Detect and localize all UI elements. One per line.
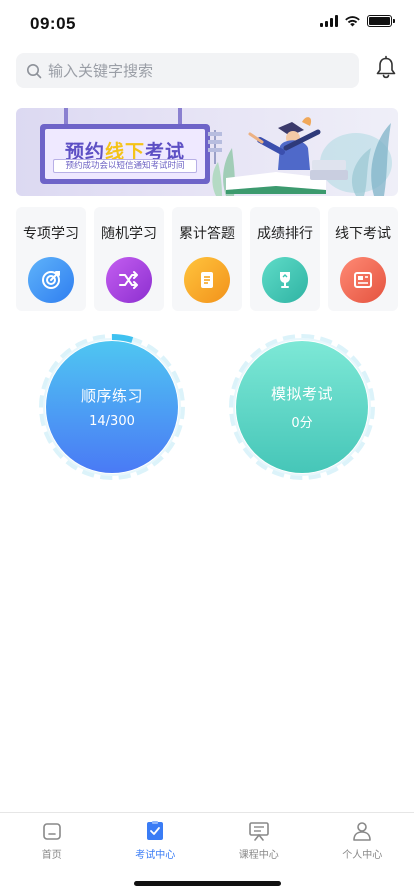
exam-icon — [147, 821, 164, 840]
tab-label: 课程中心 — [238, 850, 279, 861]
battery-icon — [367, 15, 395, 27]
user-icon — [353, 822, 372, 841]
shuffle-icon — [106, 257, 152, 303]
feature-accumulated-answers[interactable]: 累计答题 — [172, 207, 242, 311]
target-icon — [28, 257, 74, 303]
feature-label: 成绩排行 — [257, 226, 313, 242]
banner-illustration — [208, 117, 392, 196]
feature-grid: 专项学习 随机学习 累计答题 成绩排行 线下考试 — [16, 207, 398, 311]
search-bar[interactable] — [16, 53, 359, 88]
feature-score-ranking[interactable]: 成绩排行 — [250, 207, 320, 311]
course-icon — [248, 822, 269, 841]
home-icon — [42, 823, 61, 840]
newspaper-icon — [340, 257, 386, 303]
sequential-progress-text: 14/300 — [89, 414, 135, 429]
trophy-icon — [262, 257, 308, 303]
bell-icon[interactable] — [373, 55, 399, 81]
mock-exam-title: 模拟考试 — [270, 385, 333, 403]
feature-label: 累计答题 — [179, 226, 235, 242]
feature-random-study[interactable]: 随机学习 — [94, 207, 164, 311]
banner-subtitle: 预约成功会以短信通知考试时间 — [53, 159, 197, 173]
feature-label: 专项学习 — [23, 226, 79, 242]
cellular-signal-icon — [320, 15, 338, 27]
status-icons — [320, 15, 395, 27]
banner-signboard: 预约线下考试 预约成功会以短信通知考试时间 — [40, 124, 210, 184]
home-indicator — [134, 881, 281, 886]
mock-exam-score: 0分 — [291, 416, 313, 431]
sequential-practice-button[interactable]: 顺序练习 14/300 — [39, 334, 185, 480]
search-icon — [27, 63, 42, 78]
sequential-title: 顺序练习 — [80, 387, 143, 405]
tab-label: 考试中心 — [135, 850, 176, 861]
tab-label: 首页 — [41, 850, 62, 861]
feature-label: 随机学习 — [101, 226, 157, 242]
search-input[interactable] — [48, 61, 338, 80]
status-time: 09:05 — [30, 14, 76, 33]
tab-personal-center[interactable]: 个人中心 — [311, 813, 414, 896]
feature-special-study[interactable]: 专项学习 — [16, 207, 86, 311]
status-bar: 09:05 — [0, 0, 414, 48]
feature-offline-exam[interactable]: 线下考试 — [328, 207, 398, 311]
tab-home[interactable]: 首页 — [0, 813, 104, 896]
offline-exam-banner[interactable]: 预约线下考试 预约成功会以短信通知考试时间 — [16, 108, 398, 196]
mock-exam-button[interactable]: 模拟考试 0分 — [229, 334, 375, 480]
note-icon — [184, 257, 230, 303]
tab-label: 个人中心 — [342, 850, 383, 861]
wifi-icon — [345, 16, 360, 27]
feature-label: 线下考试 — [335, 226, 391, 242]
